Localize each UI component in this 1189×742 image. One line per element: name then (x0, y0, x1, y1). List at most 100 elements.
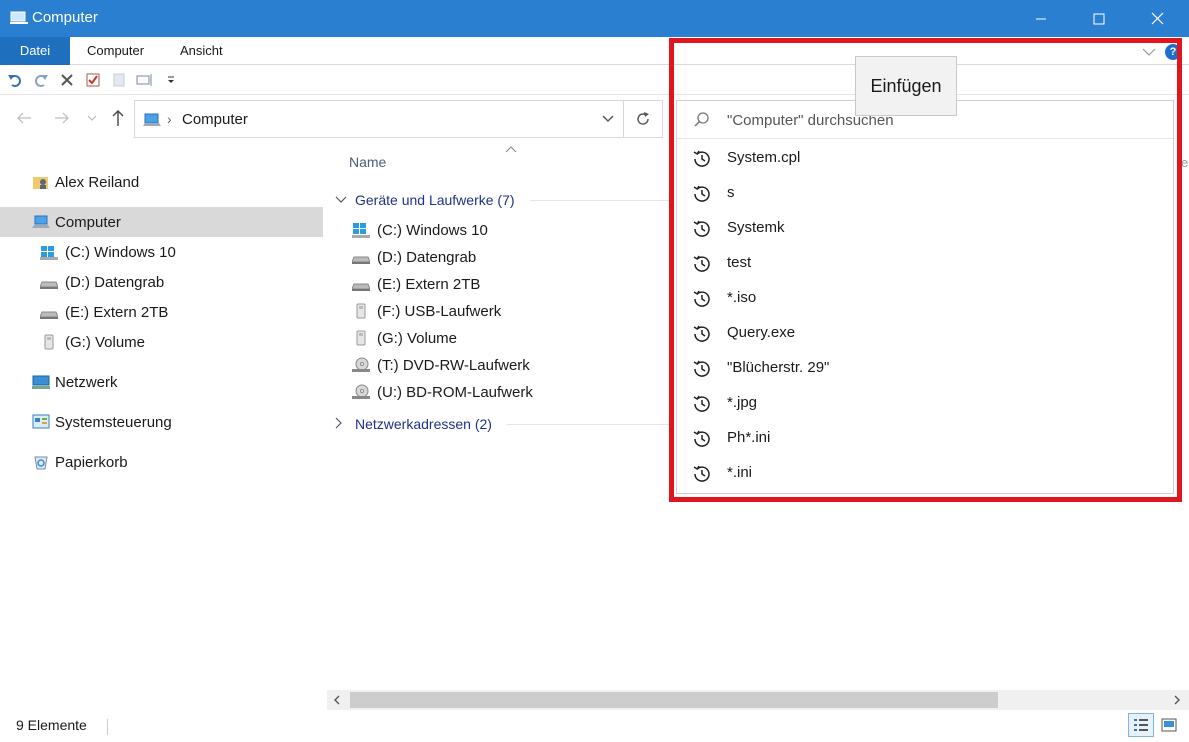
sidebar-item-netzwerk[interactable]: Netzwerk (0, 367, 323, 397)
search-history-item[interactable]: *.iso (677, 281, 1173, 316)
item-count: 9 Elemente (16, 717, 87, 733)
window-title: Computer (32, 9, 98, 26)
sidebar-item-c-drive[interactable]: (C:) Windows 10 (0, 237, 323, 267)
search-history-item[interactable]: test (677, 246, 1173, 281)
control-panel-icon (32, 414, 50, 429)
rename-icon[interactable] (136, 71, 154, 89)
usb-drive-icon (44, 334, 54, 350)
tab-ansicht[interactable]: Ansicht (163, 37, 240, 65)
breadcrumb-separator-icon: › (167, 111, 172, 127)
history-entry: s (727, 184, 735, 201)
group-header-devices[interactable]: Geräte und Laufwerke (7) (335, 189, 515, 211)
quick-access-toolbar (0, 66, 1189, 95)
delete-icon[interactable] (58, 71, 76, 89)
sidebar-item-g-drive[interactable]: (G:) Volume (0, 327, 323, 357)
chevron-down-icon[interactable] (601, 111, 615, 125)
history-entry: Query.exe (727, 324, 796, 341)
computer-icon (143, 113, 161, 126)
history-entry: System.cpl (727, 149, 801, 166)
column-header-name[interactable]: Name (349, 154, 386, 170)
search-history-item[interactable]: "Blücherstr. 29" (677, 351, 1173, 386)
history-entry: Systemk (727, 219, 785, 236)
optical-drive-icon (351, 384, 371, 400)
drive-item-f[interactable]: (F:) USB-Laufwerk (351, 299, 501, 323)
history-icon (693, 325, 710, 342)
network-icon (32, 375, 50, 389)
paste-tooltip: Einfügen (855, 56, 957, 116)
horizontal-scrollbar[interactable] (327, 690, 1189, 710)
drive-item-u[interactable]: (U:) BD-ROM-Laufwerk (351, 380, 533, 404)
help-icon[interactable]: ? (1165, 44, 1181, 60)
refresh-button[interactable] (623, 100, 663, 138)
chevron-right-icon (335, 417, 349, 432)
refresh-icon (637, 112, 649, 125)
sidebar-item-label: Computer (55, 213, 121, 231)
sidebar-item-e-drive[interactable]: (E:) Extern 2TB (0, 297, 323, 327)
group-divider (507, 424, 670, 425)
drive-item-d[interactable]: (D:) Datengrab (351, 245, 476, 269)
title-bar: Computer (0, 0, 1189, 37)
properties-icon[interactable] (84, 71, 102, 89)
scroll-left-icon[interactable] (329, 692, 345, 708)
sidebar-item-computer[interactable]: Computer (0, 207, 323, 237)
tab-computer[interactable]: Computer (70, 37, 161, 65)
history-entry: Ph*.ini (727, 429, 771, 446)
history-icon (693, 255, 710, 272)
up-icon[interactable] (108, 108, 128, 128)
back-icon[interactable] (14, 108, 34, 128)
drive-item-c[interactable]: (C:) Windows 10 (351, 218, 488, 242)
search-history-item[interactable]: *.ini (677, 456, 1173, 491)
details-view-icon (1134, 719, 1148, 731)
search-history-item[interactable]: *.jpg (677, 386, 1173, 421)
windows-drive-icon (40, 246, 58, 260)
sidebar-item-label: (E:) Extern 2TB (65, 303, 169, 321)
new-folder-icon[interactable] (110, 71, 128, 89)
hard-drive-icon (351, 249, 371, 265)
drive-item-t[interactable]: (T:) DVD-RW-Laufwerk (351, 353, 530, 377)
search-history-dropdown: "Computer" durchsuchen System.cpl s Syst… (676, 100, 1174, 494)
history-icon (693, 465, 710, 482)
hard-drive-icon (351, 276, 371, 292)
sidebar-item-label: (G:) Volume (65, 333, 146, 351)
details-view-button[interactable] (1128, 713, 1154, 737)
history-icon (693, 395, 710, 412)
usb-drive-icon (351, 330, 371, 346)
group-header-network[interactable]: Netzwerkadressen (2) (335, 413, 492, 435)
sidebar-item-systemsteuerung[interactable]: Systemsteuerung (0, 407, 323, 437)
search-history-item[interactable]: Ph*.ini (677, 421, 1173, 456)
usb-drive-icon (351, 303, 371, 319)
customize-toolbar-icon[interactable] (162, 71, 180, 89)
redo-icon[interactable] (32, 71, 50, 89)
search-history-item[interactable]: System.cpl (677, 141, 1173, 176)
computer-icon (32, 215, 50, 228)
address-bar[interactable]: › Computer (134, 100, 624, 138)
search-history-item[interactable]: s (677, 176, 1173, 211)
scrollbar-thumb[interactable] (350, 692, 998, 708)
large-icons-view-button[interactable] (1156, 713, 1182, 737)
undo-icon[interactable] (6, 71, 24, 89)
search-history-item[interactable]: Query.exe (677, 316, 1173, 351)
ribbon-tab-bar: Datei Computer Ansicht (0, 37, 1189, 65)
drive-item-g[interactable]: (G:) Volume (351, 326, 457, 350)
close-button[interactable] (1128, 0, 1186, 37)
history-entry: test (727, 254, 752, 271)
tab-datei[interactable]: Datei (0, 37, 70, 65)
history-entry: "Blücherstr. 29" (727, 359, 830, 376)
sidebar-item-papierkorb[interactable]: Papierkorb (0, 447, 323, 477)
scroll-right-icon[interactable] (1169, 692, 1185, 708)
chevron-down-icon (335, 193, 349, 207)
search-history-item[interactable]: Systemk (677, 211, 1173, 246)
drive-label: (C:) Windows 10 (377, 221, 488, 239)
forward-icon[interactable] (52, 108, 72, 128)
expand-ribbon-icon[interactable] (1141, 44, 1157, 60)
breadcrumb[interactable]: Computer (182, 111, 248, 128)
drive-item-e[interactable]: (E:) Extern 2TB (351, 272, 480, 296)
sidebar-item-label: (D:) Datengrab (65, 273, 165, 291)
large-icons-view-icon (1161, 718, 1177, 732)
history-icon (693, 290, 710, 307)
recent-locations-icon[interactable] (82, 108, 102, 128)
sidebar-item-d-drive[interactable]: (D:) Datengrab (0, 267, 323, 297)
sidebar-item-alex-reiland[interactable]: Alex Reiland (0, 167, 323, 197)
maximize-button[interactable] (1070, 0, 1128, 37)
minimize-button[interactable] (1012, 0, 1070, 37)
